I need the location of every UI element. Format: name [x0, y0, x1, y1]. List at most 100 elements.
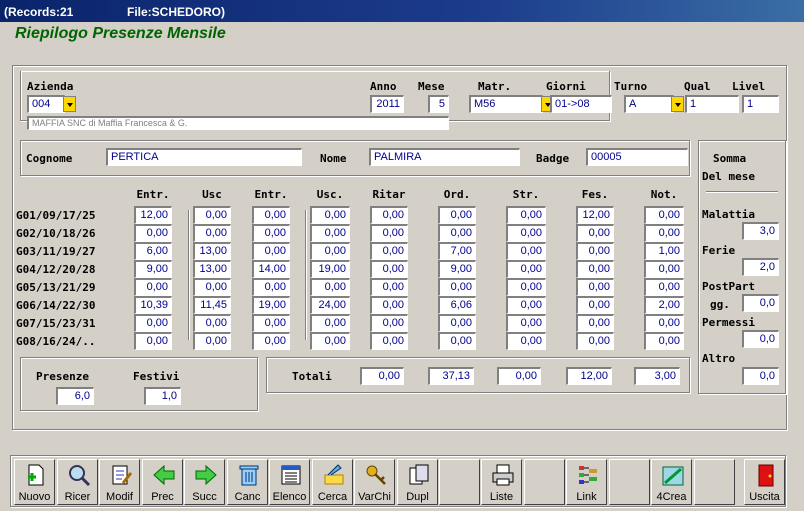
grid-cell[interactable]: 0,00: [506, 224, 546, 242]
toolbar-button-nuovo[interactable]: Nuovo: [14, 459, 55, 505]
grid-cell[interactable]: 0,00: [370, 314, 408, 332]
grid-cell[interactable]: 0,00: [252, 314, 290, 332]
grid-cell[interactable]: 11,45: [193, 296, 231, 314]
grid-cell[interactable]: 0,00: [252, 242, 290, 260]
grid-cell[interactable]: 19,00: [252, 296, 290, 314]
grid-cell[interactable]: 0,00: [576, 278, 614, 296]
grid-cell[interactable]: 0,00: [506, 332, 546, 350]
grid-cell[interactable]: 0,00: [644, 314, 684, 332]
grid-cell[interactable]: 19,00: [310, 260, 350, 278]
postpart-field[interactable]: 0,0: [742, 294, 779, 312]
grid-cell[interactable]: 0,00: [310, 332, 350, 350]
grid-cell[interactable]: 0,00: [438, 278, 476, 296]
grid-cell[interactable]: 0,00: [370, 278, 408, 296]
grid-cell[interactable]: 0,00: [370, 206, 408, 224]
grid-cell[interactable]: 0,00: [506, 314, 546, 332]
grid-cell[interactable]: 14,00: [252, 260, 290, 278]
toolbar-button-prec[interactable]: Prec: [142, 459, 183, 505]
toolbar-button-liste[interactable]: Liste: [481, 459, 522, 505]
grid-cell[interactable]: 6,00: [134, 242, 172, 260]
grid-cell[interactable]: 0,00: [193, 332, 231, 350]
grid-cell[interactable]: 0,00: [370, 332, 408, 350]
qual-field[interactable]: 1: [685, 95, 739, 113]
grid-cell[interactable]: 0,00: [644, 224, 684, 242]
malattia-field[interactable]: 3,0: [742, 222, 779, 240]
grid-cell[interactable]: 0,00: [310, 206, 350, 224]
grid-cell[interactable]: 0,00: [370, 242, 408, 260]
grid-cell[interactable]: 6,06: [438, 296, 476, 314]
totale-str[interactable]: 0,00: [497, 367, 541, 385]
grid-cell[interactable]: 0,00: [252, 224, 290, 242]
toolbar-button-elenco[interactable]: Elenco: [269, 459, 310, 505]
badge-field[interactable]: 00005: [586, 148, 688, 166]
grid-cell[interactable]: 0,00: [644, 278, 684, 296]
nome-field[interactable]: PALMIRA: [369, 148, 520, 166]
grid-cell[interactable]: 13,00: [193, 242, 231, 260]
grid-cell[interactable]: 9,00: [438, 260, 476, 278]
festivi-field[interactable]: 1,0: [144, 387, 181, 405]
azienda-field[interactable]: 004: [27, 95, 65, 113]
grid-cell[interactable]: 0,00: [134, 332, 172, 350]
ferie-field[interactable]: 2,0: [742, 258, 779, 276]
matr-field[interactable]: M56: [469, 95, 543, 113]
grid-cell[interactable]: 0,00: [370, 260, 408, 278]
grid-cell[interactable]: 9,00: [134, 260, 172, 278]
toolbar-button-modif[interactable]: Modif: [99, 459, 140, 505]
grid-cell[interactable]: 0,00: [370, 296, 408, 314]
totale-ritar[interactable]: 0,00: [360, 367, 404, 385]
grid-cell[interactable]: 0,00: [252, 332, 290, 350]
grid-cell[interactable]: 0,00: [576, 224, 614, 242]
grid-cell[interactable]: 13,00: [193, 260, 231, 278]
altro-field[interactable]: 0,0: [742, 367, 779, 385]
mese-field[interactable]: 5: [428, 95, 449, 113]
toolbar-button-empty[interactable]: [694, 459, 735, 505]
grid-cell[interactable]: 0,00: [193, 224, 231, 242]
toolbar-button-cerca[interactable]: Cerca: [312, 459, 353, 505]
toolbar-button-varchi[interactable]: VarChi: [354, 459, 395, 505]
grid-cell[interactable]: 0,00: [576, 296, 614, 314]
turno-dropdown-icon[interactable]: [671, 96, 684, 112]
grid-cell[interactable]: 0,00: [506, 206, 546, 224]
toolbar-button-empty[interactable]: [524, 459, 565, 505]
totale-ord[interactable]: 37,13: [428, 367, 474, 385]
grid-cell[interactable]: 0,00: [310, 242, 350, 260]
cognome-field[interactable]: PERTICA: [106, 148, 302, 166]
grid-cell[interactable]: 0,00: [576, 332, 614, 350]
grid-cell[interactable]: 0,00: [252, 206, 290, 224]
azienda-dropdown-icon[interactable]: [63, 96, 76, 112]
grid-cell[interactable]: 0,00: [134, 224, 172, 242]
grid-cell[interactable]: 24,00: [310, 296, 350, 314]
grid-cell[interactable]: 7,00: [438, 242, 476, 260]
grid-cell[interactable]: 0,00: [506, 260, 546, 278]
grid-cell[interactable]: 0,00: [438, 224, 476, 242]
grid-cell[interactable]: 0,00: [310, 224, 350, 242]
grid-cell[interactable]: 0,00: [438, 206, 476, 224]
toolbar-button-ricer[interactable]: Ricer: [57, 459, 98, 505]
toolbar-button-dupl[interactable]: Dupl: [397, 459, 438, 505]
livel-field[interactable]: 1: [742, 95, 779, 113]
grid-cell[interactable]: 0,00: [438, 332, 476, 350]
grid-cell[interactable]: 12,00: [134, 206, 172, 224]
toolbar-button-canc[interactable]: Canc: [227, 459, 268, 505]
grid-cell[interactable]: 0,00: [193, 206, 231, 224]
permessi-field[interactable]: 0,0: [742, 330, 779, 348]
grid-cell[interactable]: 0,00: [134, 278, 172, 296]
grid-cell[interactable]: 2,00: [644, 296, 684, 314]
grid-cell[interactable]: 0,00: [576, 314, 614, 332]
grid-cell[interactable]: 0,00: [576, 260, 614, 278]
grid-cell[interactable]: 0,00: [310, 278, 350, 296]
grid-cell[interactable]: 0,00: [506, 278, 546, 296]
grid-cell[interactable]: 0,00: [644, 332, 684, 350]
grid-cell[interactable]: 10,39: [134, 296, 172, 314]
toolbar-button-4crea[interactable]: 4Crea: [651, 459, 692, 505]
grid-cell[interactable]: 0,00: [438, 314, 476, 332]
giorni-field[interactable]: 01->08: [550, 95, 612, 113]
grid-cell[interactable]: 0,00: [134, 314, 172, 332]
presenze-field[interactable]: 6,0: [56, 387, 94, 405]
turno-field[interactable]: A: [624, 95, 674, 113]
grid-cell[interactable]: 12,00: [576, 206, 614, 224]
toolbar-button-succ[interactable]: Succ: [184, 459, 225, 505]
grid-cell[interactable]: 0,00: [506, 242, 546, 260]
grid-cell[interactable]: 0,00: [193, 314, 231, 332]
grid-cell[interactable]: 0,00: [576, 242, 614, 260]
